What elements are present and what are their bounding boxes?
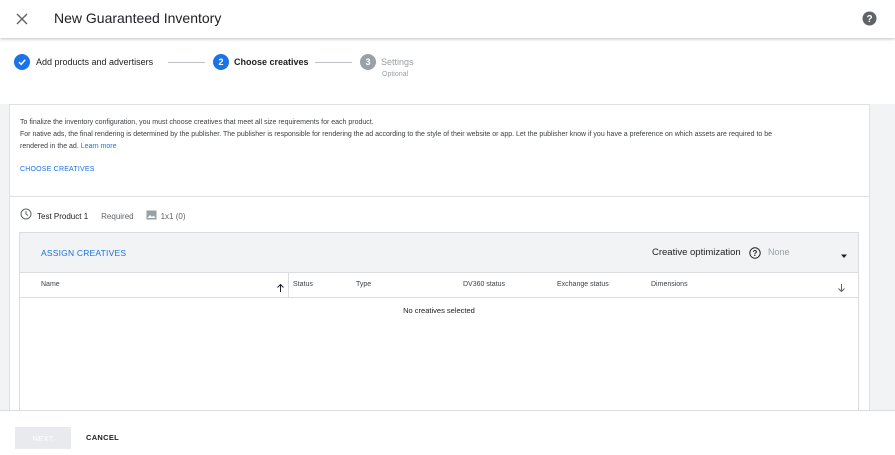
learn-more-link[interactable]: Learn more <box>81 143 117 150</box>
help-circle-icon[interactable]: ? <box>749 246 761 259</box>
info-line-3-text: rendered in the ad. <box>20 143 79 150</box>
check-icon <box>14 54 30 70</box>
info-line-2: For native ads, the final rendering is d… <box>20 131 773 138</box>
info-box: To finalize the inventory configuration,… <box>9 104 870 197</box>
step-settings[interactable]: Settings <box>381 57 414 67</box>
choose-creatives-link[interactable]: CHOOSE CREATIVES <box>20 166 95 173</box>
step-divider <box>315 62 352 63</box>
creative-optimization-label: Creative optimization <box>652 247 741 258</box>
footer: NEXT CANCEL <box>0 410 895 455</box>
column-type[interactable]: Type <box>356 281 371 288</box>
product-size: 1x1 (0) <box>160 211 186 221</box>
stepper: Add products and advertisers 2 Choose cr… <box>0 38 895 104</box>
column-exchange-status[interactable]: Exchange status <box>557 281 609 288</box>
empty-state-message: No creatives selected <box>403 306 475 315</box>
arrow-up-icon[interactable] <box>276 280 285 292</box>
creative-optimization-value: None <box>768 247 790 257</box>
creative-optimization-select[interactable]: None <box>768 243 850 263</box>
arrow-down-icon[interactable] <box>837 280 846 293</box>
column-divider[interactable] <box>288 273 289 298</box>
clock-icon <box>20 207 32 225</box>
product-name: Test Product 1 <box>37 211 89 221</box>
caret-down-icon <box>840 247 848 258</box>
help-icon[interactable]: ? <box>862 11 877 26</box>
column-dv360-status[interactable]: DV360 status <box>463 281 505 288</box>
step-settings-sub: Optional <box>382 71 409 78</box>
step-divider <box>168 62 205 63</box>
page-title: New Guaranteed Inventory <box>54 10 222 26</box>
main-content: To finalize the inventory configuration,… <box>0 104 895 410</box>
step-choose-creatives[interactable]: Choose creatives <box>234 57 309 67</box>
creatives-toolbar: ASSIGN CREATIVES Creative optimization ?… <box>20 233 858 273</box>
assign-creatives-button[interactable]: ASSIGN CREATIVES <box>41 248 126 258</box>
table-header: Name Status Type DV360 status Exchange s… <box>20 273 858 298</box>
step-number-2: 2 <box>213 54 229 70</box>
column-status[interactable]: Status <box>293 281 313 288</box>
creatives-panel: ASSIGN CREATIVES Creative optimization ?… <box>19 232 859 410</box>
info-line-3: rendered in the ad. Learn more <box>20 141 117 153</box>
column-dimensions[interactable]: Dimensions <box>651 281 688 288</box>
product-row: Test Product 1 Required 1x1 (0) <box>20 207 186 225</box>
next-button[interactable]: NEXT <box>15 427 71 449</box>
svg-text:?: ? <box>753 249 758 258</box>
info-line-1: To finalize the inventory configuration,… <box>20 119 374 126</box>
step-number-3: 3 <box>360 54 376 70</box>
cancel-button[interactable]: CANCEL <box>86 433 119 442</box>
column-name[interactable]: Name <box>41 281 60 288</box>
step-add-products[interactable]: Add products and advertisers <box>36 57 153 67</box>
app-header: New Guaranteed Inventory ? <box>0 0 895 38</box>
close-icon[interactable] <box>13 10 31 28</box>
svg-text:?: ? <box>866 14 872 25</box>
product-status: Required <box>101 211 134 221</box>
image-icon <box>146 207 157 225</box>
product-panel: Test Product 1 Required 1x1 (0) ASSIGN C… <box>9 197 870 410</box>
